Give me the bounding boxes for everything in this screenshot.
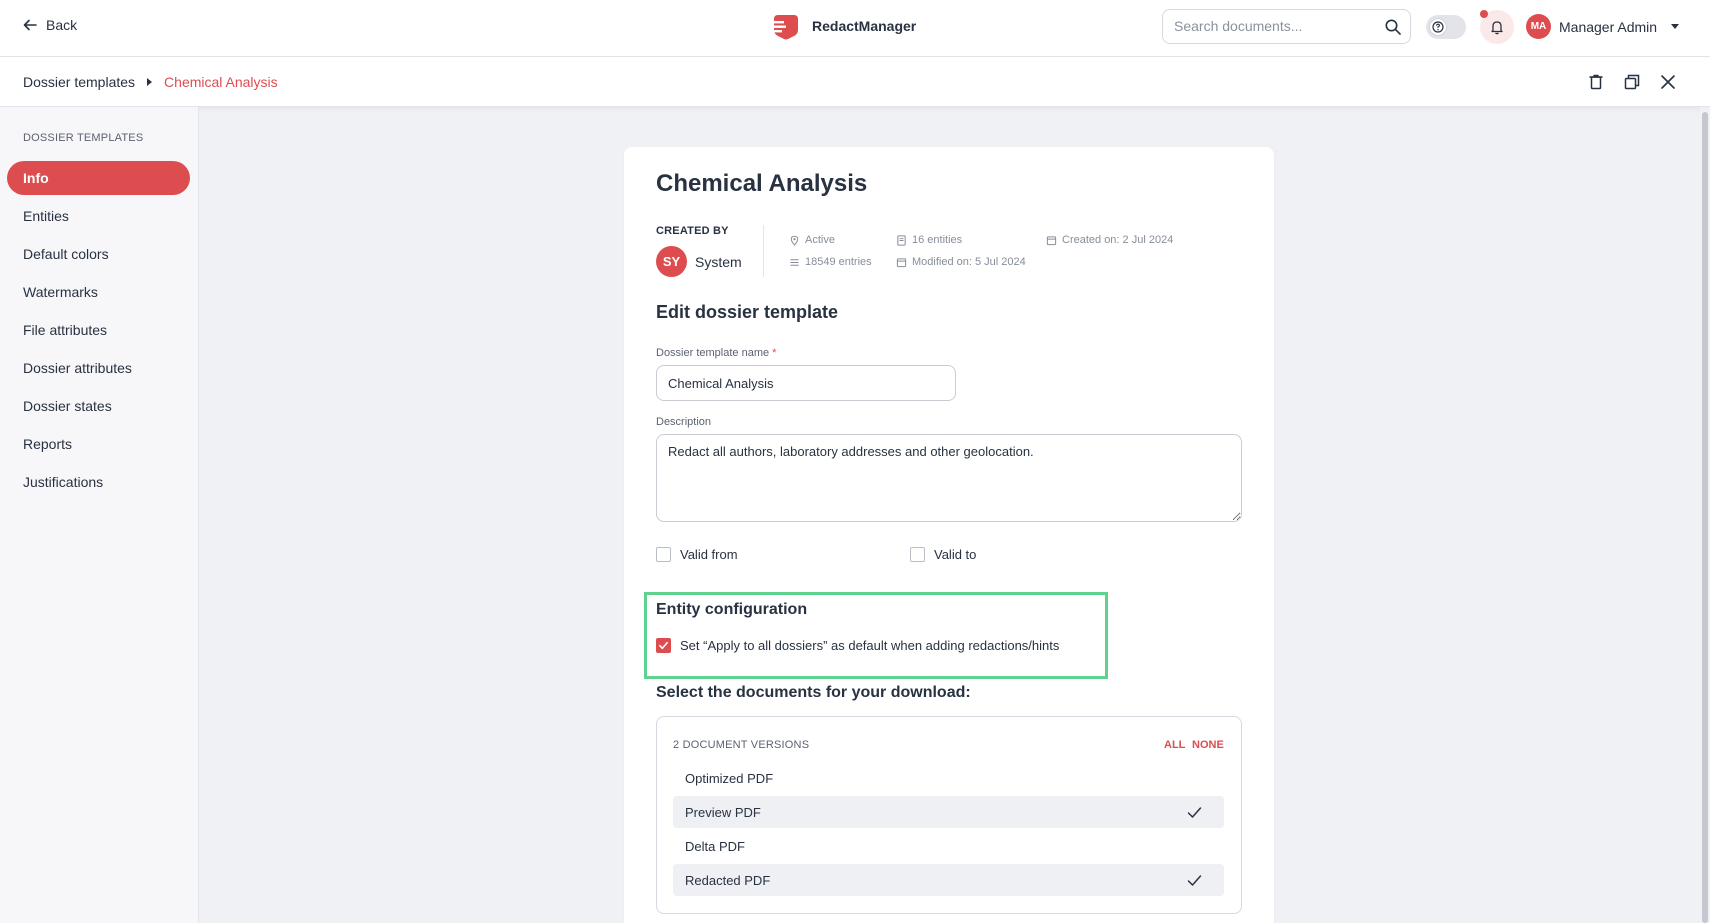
sidebar-item-reports[interactable]: Reports — [7, 427, 190, 461]
back-button[interactable]: Back — [22, 17, 77, 33]
breadcrumb-current: Chemical Analysis — [164, 74, 278, 90]
caret-down-icon — [1671, 24, 1680, 29]
breadcrumb: Dossier templates Chemical Analysis — [23, 74, 278, 90]
notifications-button[interactable] — [1480, 10, 1514, 44]
duplicate-button[interactable] — [1622, 72, 1642, 92]
required-marker: * — [772, 347, 777, 359]
entities-stat: 16 entities — [896, 234, 962, 246]
created-by-label: CREATED BY — [656, 225, 729, 237]
sidebar-item-entities[interactable]: Entities — [7, 199, 190, 233]
sidebar-item-file-attributes[interactable]: File attributes — [7, 313, 190, 347]
entities-text: 16 entities — [912, 234, 963, 246]
sidebar-item-dossier-attributes[interactable]: Dossier attributes — [7, 351, 190, 385]
delete-button[interactable] — [1586, 72, 1606, 92]
duplicate-icon — [1624, 74, 1640, 90]
edit-section-title: Edit dossier template — [656, 302, 839, 322]
valid-from-checkbox[interactable]: Valid from — [656, 547, 738, 562]
check-icon — [1187, 875, 1202, 886]
entity-config-title: Entity configuration — [656, 601, 808, 618]
valid-from-checkbox-box[interactable] — [656, 547, 671, 562]
sidebar-item-default-colors[interactable]: Default colors — [7, 237, 190, 271]
arrow-left-icon — [23, 19, 37, 31]
description-label: Description — [656, 416, 712, 428]
check-icon — [1187, 807, 1202, 818]
download-option-label: Redacted PDF — [685, 872, 771, 888]
download-option-delta-pdf[interactable]: Delta PDF — [673, 830, 1224, 862]
document-icon — [897, 234, 906, 246]
sidebar-item-info[interactable]: Info — [7, 161, 190, 195]
template-card: Chemical Analysis CREATED BY SY System A… — [624, 147, 1274, 923]
search-icon[interactable] — [1384, 18, 1402, 36]
created-text: Created on: 2 Jul 2024 — [1062, 234, 1174, 246]
brand-logo-icon — [770, 15, 798, 40]
valid-to-checkbox[interactable]: Valid to — [910, 547, 976, 562]
select-all-link[interactable]: ALL — [1164, 739, 1185, 751]
valid-from-label: Valid from — [680, 547, 738, 562]
entries-text: 18549 entries — [805, 256, 872, 268]
bell-icon — [1491, 21, 1503, 35]
search-box — [1162, 9, 1411, 44]
download-option-redacted-pdf[interactable]: Redacted PDF — [673, 864, 1224, 896]
close-icon — [1661, 75, 1675, 89]
template-name-input[interactable] — [656, 365, 956, 401]
sidebar-item-watermarks[interactable]: Watermarks — [7, 275, 190, 309]
creator: SY System — [656, 246, 742, 277]
page-scrollbar-thumb[interactable] — [1702, 112, 1708, 923]
user-avatar: MA — [1526, 14, 1551, 39]
downloads-title: Select the documents for your download: — [656, 684, 971, 701]
download-option-preview-pdf[interactable]: Preview PDF — [673, 796, 1224, 828]
sidebar-item-justifications[interactable]: Justifications — [7, 465, 190, 499]
delete-icon — [1589, 74, 1603, 90]
top-bar: Back RedactManager MA Manager Admin — [0, 0, 1710, 57]
user-name: Manager Admin — [1559, 18, 1658, 35]
creator-avatar: SY — [656, 246, 687, 277]
apply-all-checkbox[interactable]: Set “Apply to all dossiers” as default w… — [656, 638, 1059, 653]
versions-count-label: 2 DOCUMENT VERSIONS — [673, 739, 810, 751]
stats-divider — [763, 225, 764, 277]
modified-stat: Modified on: 5 Jul 2024 — [896, 256, 1026, 268]
name-label: Dossier template name * — [656, 347, 776, 359]
brand-name: RedactManager — [812, 18, 917, 34]
help-toggle-knob — [1429, 18, 1447, 36]
entries-stat: 18549 entries — [789, 256, 872, 268]
close-button[interactable] — [1658, 72, 1678, 92]
breadcrumb-bar: Dossier templates Chemical Analysis — [0, 57, 1710, 107]
description-textarea[interactable]: Redact all authors, laboratory addresses… — [656, 434, 1242, 522]
status-stat: Active — [789, 234, 835, 246]
download-option-label: Optimized PDF — [685, 770, 774, 786]
back-label: Back — [46, 17, 78, 33]
created-stat: Created on: 2 Jul 2024 — [1046, 234, 1173, 246]
brand: RedactManager — [770, 12, 916, 40]
calendar-icon — [896, 257, 907, 267]
apply-all-checkbox-box[interactable] — [656, 638, 671, 653]
select-none-link[interactable]: NONE — [1192, 739, 1224, 751]
notification-dot — [1480, 10, 1488, 18]
apply-all-label: Set “Apply to all dossiers” as default w… — [680, 638, 1060, 653]
calendar-icon — [1046, 235, 1057, 245]
modified-text: Modified on: 5 Jul 2024 — [912, 256, 1026, 268]
creator-name: System — [695, 253, 742, 270]
sidebar-item-dossier-states[interactable]: Dossier states — [7, 389, 190, 423]
question-mark-icon — [1432, 21, 1444, 33]
download-option-label: Preview PDF — [685, 804, 761, 820]
download-option-label: Delta PDF — [685, 838, 745, 854]
download-option-optimized-pdf[interactable]: Optimized PDF — [673, 762, 1224, 794]
checkmark-icon — [659, 641, 668, 650]
download-versions-box: 2 DOCUMENT VERSIONS ALL NONE Optimized P… — [656, 716, 1242, 914]
help-mode-toggle[interactable] — [1426, 15, 1466, 39]
location-pin-icon — [790, 235, 799, 246]
valid-to-checkbox-box[interactable] — [910, 547, 925, 562]
breadcrumb-separator-icon — [147, 78, 153, 86]
breadcrumb-dossier-templates[interactable]: Dossier templates — [23, 74, 135, 90]
search-input[interactable] — [1174, 18, 1374, 34]
valid-to-label: Valid to — [934, 547, 977, 562]
sidebar: DOSSIER TEMPLATES Info Entities Default … — [0, 107, 199, 923]
sidebar-heading: DOSSIER TEMPLATES — [23, 132, 144, 144]
user-menu[interactable]: MA Manager Admin — [1526, 14, 1680, 39]
status-text: Active — [805, 234, 835, 246]
page-title: Chemical Analysis — [656, 170, 868, 197]
list-icon — [790, 258, 799, 266]
name-label-text: Dossier template name — [656, 347, 770, 359]
